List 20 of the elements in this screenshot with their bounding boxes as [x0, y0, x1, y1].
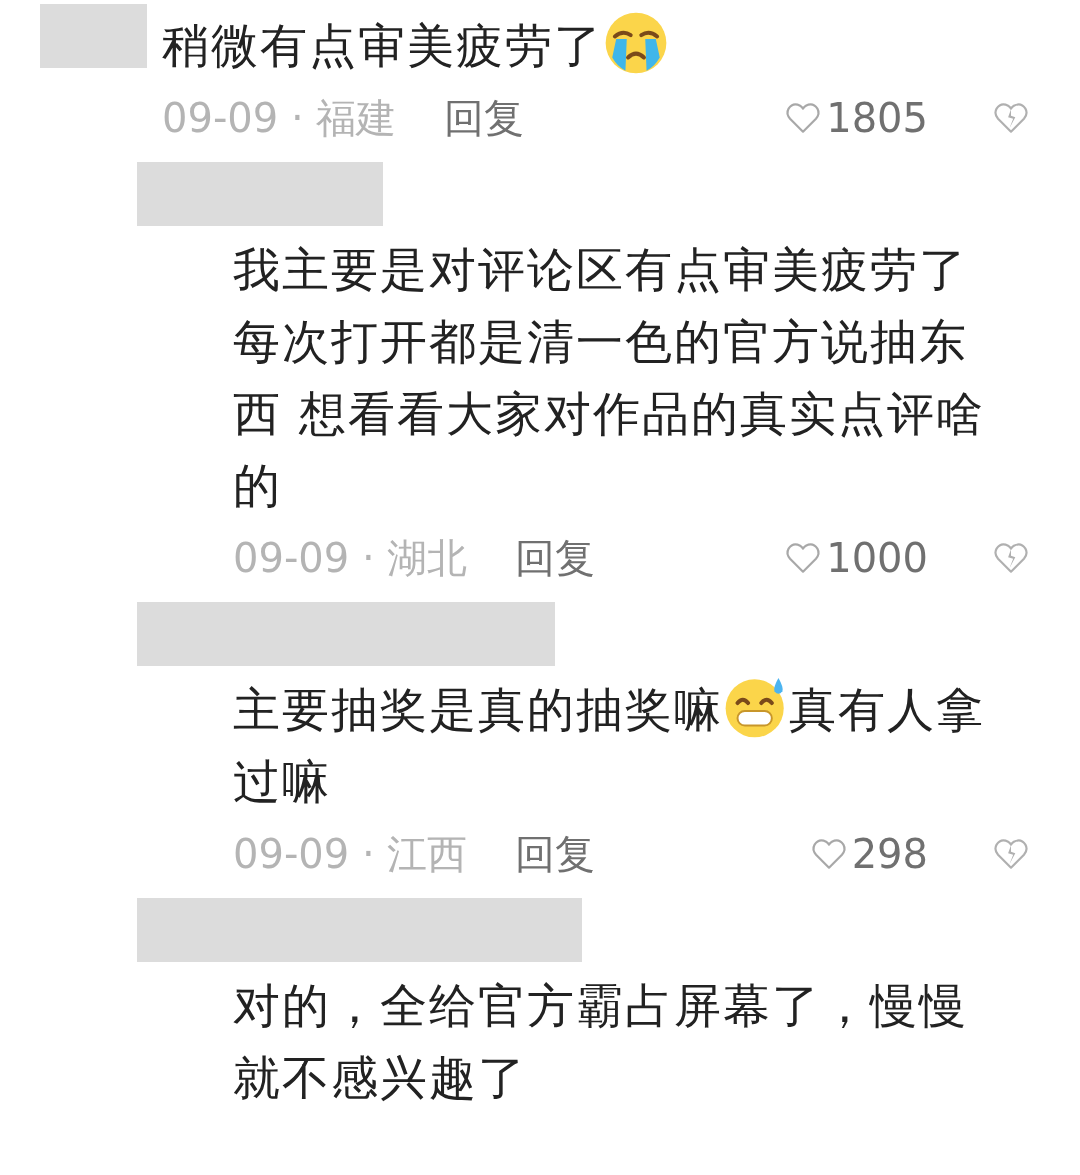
reply-button[interactable]: 回复 [444, 90, 525, 146]
comment-date-location: 09-09 · 福建 [162, 94, 397, 143]
crying-emoji-icon [603, 10, 669, 76]
comment-date-location: 09-09 · 江西 [233, 830, 468, 879]
comment-text: 稍微有点审美疲劳了 [162, 10, 937, 82]
like-count: 1805 [826, 94, 928, 143]
reply-button[interactable]: 回复 [515, 826, 596, 882]
like-count: 1000 [826, 534, 928, 583]
heart-icon[interactable] [784, 540, 823, 576]
like-count: 298 [851, 830, 928, 879]
broken-heart-icon[interactable] [992, 100, 1030, 136]
heart-icon[interactable] [784, 100, 823, 136]
comment-text: 我主要是对评论区有点审美疲劳了每次打开都是清一色的官方说抽东西 想看看大家对作品的真实点评啥的 [233, 241, 986, 515]
comment-text: 主要抽奖是真的抽奖嘛 真有人拿过嘛 [233, 674, 1008, 818]
broken-heart-icon[interactable] [992, 540, 1030, 576]
comment-date-location: 09-09 · 湖北 [233, 534, 468, 583]
reply-button[interactable]: 回复 [515, 530, 596, 586]
broken-heart-icon[interactable] [992, 836, 1030, 872]
comment-text: 对的，全给官方霸占屏幕了，慢慢就不感兴趣了 [233, 977, 969, 1107]
heart-icon[interactable] [809, 836, 848, 872]
